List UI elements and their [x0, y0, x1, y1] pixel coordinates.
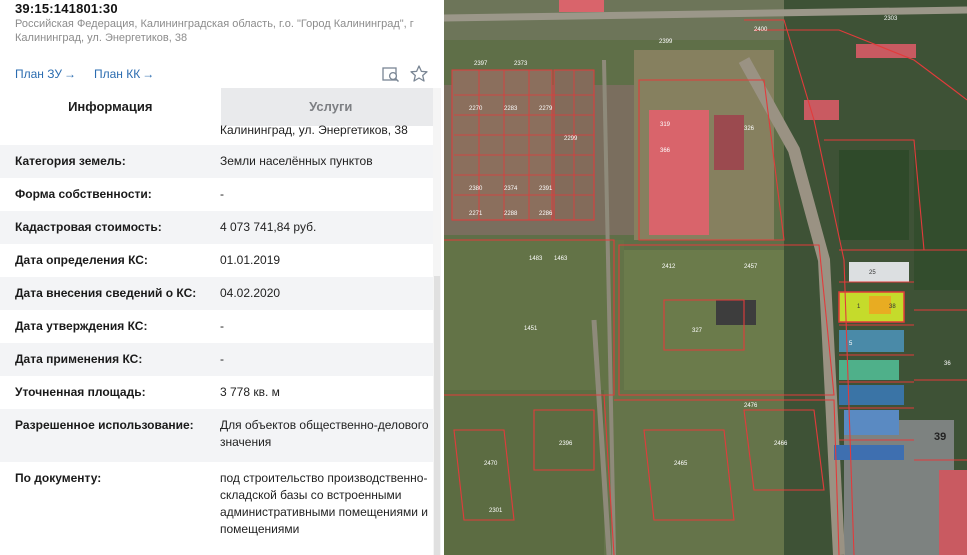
map-label: 2396: [559, 441, 573, 447]
row-label: Дата внесения сведений о КС:: [15, 286, 197, 300]
plan-kk-link[interactable]: План КК →: [94, 66, 154, 84]
map-label: 2279: [539, 106, 553, 112]
info-panel: 39:15:141801:30 Российская Федерация, Ка…: [0, 0, 441, 555]
map-label: 2397: [474, 61, 488, 67]
row-value: 4 073 741,84 руб.: [220, 220, 317, 234]
info-row: Дата внесения сведений о КС: 04.02.2020: [0, 277, 441, 310]
star-icon[interactable]: [409, 64, 429, 84]
row-value: -: [220, 352, 224, 366]
cadastral-number: 39:15:141801:30: [15, 1, 118, 16]
parcel-header: 39:15:141801:30 Российская Федерация, Ка…: [15, 0, 435, 45]
row-value: Для объектов общественно-делового значен…: [220, 418, 429, 449]
row-value: 3 778 кв. м: [220, 385, 280, 399]
info-row: Дата определения КС: 01.01.2019: [0, 244, 441, 277]
warehouse-building: [649, 110, 709, 235]
row-value: 04.02.2020: [220, 286, 281, 300]
map-label: 2476: [744, 403, 758, 409]
map-label: 36: [944, 361, 951, 367]
info-row: Дата утверждения КС: -: [0, 310, 441, 343]
map-label: 2373: [514, 61, 528, 67]
map-label: 2270: [469, 106, 483, 112]
map-label: 2466: [774, 441, 788, 447]
map-canvas[interactable]: 39 25 319 366 1483 1451 2412 2457 1463 3…: [444, 0, 967, 555]
info-row: Кадастровая стоимость: 4 073 741,84 руб.: [0, 211, 441, 244]
map-label: 2465: [674, 461, 688, 467]
map-label: 2470: [484, 461, 498, 467]
plan-links: План ЗУ → План КК →: [15, 66, 154, 84]
row-label: Категория земель:: [15, 154, 126, 168]
arrow-right-icon: →: [64, 67, 76, 81]
map-label: 2457: [744, 264, 758, 270]
cadastral-map[interactable]: 39 25 319 366 1483 1451 2412 2457 1463 3…: [444, 0, 967, 555]
info-row: Дата применения КС: -: [0, 343, 441, 376]
info-row: По документу: под строительство производ…: [0, 462, 441, 555]
row-label: Дата утверждения КС:: [15, 319, 148, 333]
map-label: 38: [889, 304, 896, 310]
row-value: -: [220, 187, 224, 201]
dark-building: [716, 300, 756, 325]
search-map-icon[interactable]: [381, 64, 401, 84]
info-row: Разрешенное использование: Для объектов …: [0, 409, 441, 462]
scrollbar-thumb[interactable]: [434, 276, 440, 555]
map-label: 1483: [529, 256, 543, 262]
map-label: 2283: [504, 106, 518, 112]
row-label: Форма собственности:: [15, 187, 152, 201]
map-label: 2412: [662, 264, 676, 270]
row-label: Разрешенное использование:: [15, 418, 194, 432]
map-label: 2271: [469, 211, 483, 217]
map-label: 2288: [504, 211, 518, 217]
map-label: 39: [934, 431, 946, 443]
info-row: Уточненная площадь: 3 778 кв. м: [0, 376, 441, 409]
map-label: 2380: [469, 186, 483, 192]
row-label: Уточненная площадь:: [15, 385, 146, 399]
info-rows: Калининград, ул. Энергетиков, 38 Категор…: [0, 117, 441, 555]
row-value: -: [220, 319, 224, 333]
map-label: 326: [744, 126, 755, 132]
row-label: Дата применения КС:: [15, 352, 143, 366]
info-row: Форма собственности: -: [0, 178, 441, 211]
plan-zu-link[interactable]: План ЗУ →: [15, 66, 76, 84]
plan-kk-label: План КК: [94, 67, 141, 81]
map-label: 2399: [659, 39, 673, 45]
map-label: 2391: [539, 186, 553, 192]
map-label: 2286: [539, 211, 553, 217]
parcel-address: Российская Федерация, Калининградская об…: [15, 18, 414, 44]
map-label: 2299: [564, 136, 578, 142]
map-label: 366: [660, 148, 671, 154]
row-value: под строительство производственно-складс…: [220, 471, 428, 536]
residential-parcels: [451, 69, 595, 221]
arrow-right-icon: →: [142, 67, 155, 81]
map-label: 2301: [489, 508, 503, 514]
map-label: 319: [660, 122, 671, 128]
row-value: 01.01.2019: [220, 253, 281, 267]
plan-zu-label: План ЗУ: [15, 67, 62, 81]
map-label: 2374: [504, 186, 518, 192]
panel-tools: [381, 64, 429, 84]
row-label: Кадастровая стоимость:: [15, 220, 162, 234]
map-label: 2400: [754, 27, 768, 33]
map-label: 327: [692, 328, 703, 334]
map-label: 25: [869, 270, 876, 276]
address-continuation: Калининград, ул. Энергетиков, 38: [220, 123, 408, 137]
info-row: Категория земель: Земли населённых пункт…: [0, 145, 441, 178]
map-label: 2303: [884, 16, 898, 22]
row-label: По документу:: [15, 471, 102, 485]
map-label: 1451: [524, 326, 538, 332]
panel-scrollbar[interactable]: [433, 88, 441, 555]
row-value: Земли населённых пунктов: [220, 154, 373, 168]
map-label: 1463: [554, 256, 568, 262]
row-label: Дата определения КС:: [15, 253, 148, 267]
